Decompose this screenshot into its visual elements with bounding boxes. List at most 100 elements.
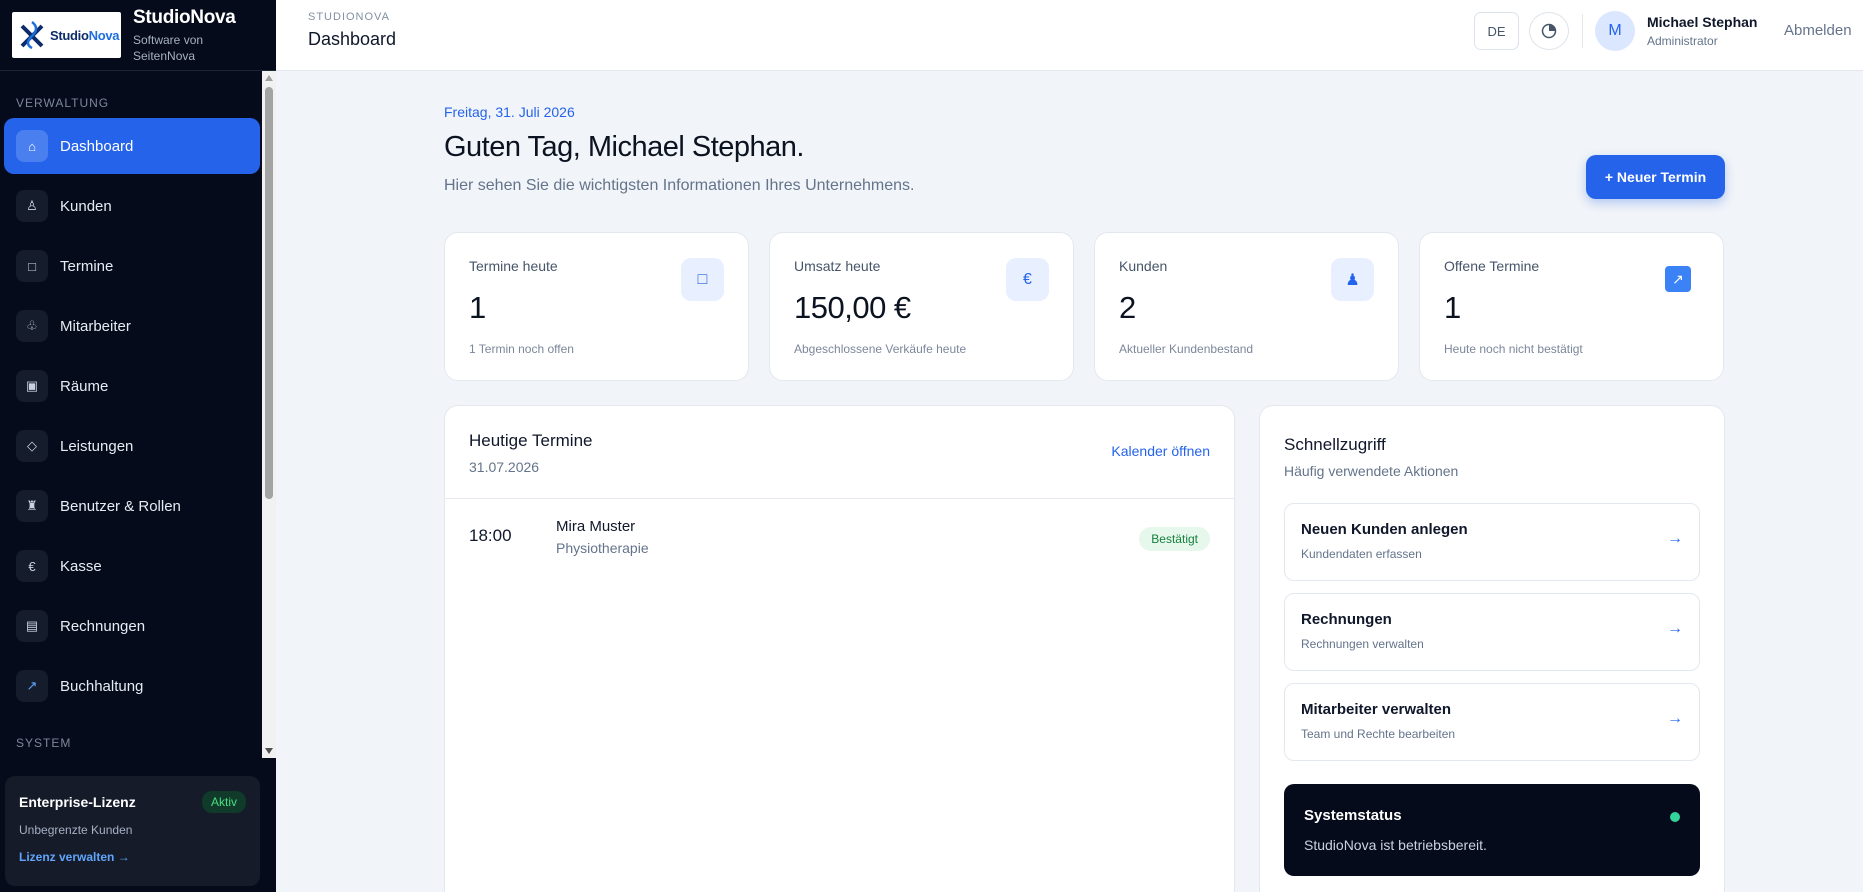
stat-value: 150,00 €: [794, 290, 911, 325]
stat-card-umsatz-heute[interactable]: Umsatz heute 150,00 € Abgeschlossene Ver…: [769, 232, 1074, 381]
sidebar-item-dashboard[interactable]: ⌂ Dashboard: [4, 118, 260, 174]
sidebar-item-termine[interactable]: □ Termine: [4, 238, 260, 294]
stat-value: 2: [1119, 290, 1136, 325]
half-circle-icon: [1541, 23, 1557, 39]
open-calendar-link[interactable]: Kalender öffnen: [1111, 443, 1210, 459]
system-status-title: Systemstatus: [1304, 807, 1402, 824]
user-name: Michael Stephan: [1647, 14, 1758, 30]
sidebar-item-buchhaltung[interactable]: ↗ Buchhaltung: [4, 658, 260, 714]
logo-mark-icon: [18, 20, 46, 50]
appointment-service: Physiotherapie: [556, 540, 649, 556]
stat-label: Umsatz heute: [794, 258, 881, 274]
arrow-right-icon: →: [1667, 710, 1683, 727]
avatar[interactable]: M: [1595, 11, 1635, 51]
topbar-divider: [1582, 14, 1583, 48]
quick-item-title: Neuen Kunden anlegen: [1301, 521, 1468, 538]
sidebar-item-label: Dashboard: [60, 137, 134, 155]
sidebar-item-benutzer-rollen[interactable]: ♜ Benutzer & Rollen: [4, 478, 260, 534]
sidebar-item-kunden[interactable]: ♙ Kunden: [4, 178, 260, 234]
theme-toggle-button[interactable]: [1529, 12, 1569, 50]
scroll-down-icon[interactable]: [265, 748, 273, 754]
greeting-heading: Guten Tag, Michael Stephan.: [444, 131, 805, 163]
sidebar-item-label: Rechnungen: [60, 617, 146, 635]
stat-note: Abgeschlossene Verkäufe heute: [794, 342, 967, 356]
logo-text: StudioNova: [50, 27, 120, 43]
diamond-icon: ◇: [16, 430, 48, 462]
manage-license-link[interactable]: Lizenz verwalten →: [19, 850, 246, 864]
appointment-customer: Mira Muster: [556, 518, 636, 535]
appointments-date: 31.07.2026: [469, 459, 540, 475]
person-icon: ♟: [1331, 258, 1374, 301]
quick-item-subtitle: Kundendaten erfassen: [1301, 547, 1422, 561]
stat-card-offene-termine[interactable]: Offene Termine 1 Heute noch nicht bestät…: [1419, 232, 1724, 381]
topbar: STUDIONOVA Dashboard DE M Michael Stepha…: [276, 0, 1863, 71]
quick-item-title: Rechnungen: [1301, 611, 1392, 628]
stat-note: 1 Termin noch offen: [469, 342, 574, 356]
license-subtitle: Unbegrenzte Kunden: [19, 823, 133, 837]
stat-card-termine-heute[interactable]: Termine heute 1 1 Termin noch offen □: [444, 232, 749, 381]
sidebar-item-kasse[interactable]: € Kasse: [4, 538, 260, 594]
stat-label: Offene Termine: [1444, 258, 1540, 274]
status-badge: Bestätigt: [1139, 527, 1210, 551]
person-icon: ♙: [16, 190, 48, 222]
divider: [445, 498, 1234, 499]
quick-access-card: Schnellzugriff Häufig verwendete Aktione…: [1259, 405, 1725, 892]
sidebar-item-label: Räume: [60, 377, 109, 395]
appointment-time: 18:00: [469, 526, 512, 545]
sidebar-item-rechnungen[interactable]: ▤ Rechnungen: [4, 598, 260, 654]
new-appointment-button[interactable]: + Neuer Termin: [1586, 155, 1725, 199]
quick-access-subtitle: Häufig verwendete Aktionen: [1284, 463, 1459, 479]
arrow-right-icon: →: [1667, 530, 1683, 547]
language-button[interactable]: DE: [1474, 12, 1519, 50]
brand-title: StudioNova: [133, 6, 236, 28]
stat-label: Termine heute: [469, 258, 558, 274]
quick-item-subtitle: Team und Rechte bearbeiten: [1301, 727, 1456, 741]
quick-item-title: Mitarbeiter verwalten: [1301, 701, 1452, 718]
quick-item-rechnungen[interactable]: Rechnungen Rechnungen verwalten →: [1284, 593, 1700, 671]
stat-note: Aktueller Kundenbestand: [1119, 342, 1254, 356]
page-title: Dashboard: [308, 29, 397, 49]
calendar-icon: □: [681, 258, 724, 301]
arrow-right-icon: →: [1667, 620, 1683, 637]
sidebar-item-label: Termine: [60, 257, 114, 275]
current-date: Freitag, 31. Juli 2026: [444, 104, 575, 120]
sidebar-item-leistungen[interactable]: ◇ Leistungen: [4, 418, 260, 474]
room-icon: ▣: [16, 370, 48, 402]
sidebar-scrollbar[interactable]: [262, 71, 276, 758]
sidebar-item-label: Buchhaltung: [60, 677, 144, 695]
chart-arrow-icon: ↗: [16, 670, 48, 702]
quick-item-neuen-kunden[interactable]: Neuen Kunden anlegen Kundendaten erfasse…: [1284, 503, 1700, 581]
stat-note: Heute noch nicht bestätigt: [1444, 342, 1583, 356]
roles-icon: ♜: [16, 490, 48, 522]
stat-value: 1: [1444, 290, 1461, 325]
euro-icon: €: [1006, 258, 1049, 301]
sidebar-item-label: Kasse: [60, 557, 102, 575]
scroll-up-icon[interactable]: [265, 75, 273, 81]
user-role: Administrator: [1647, 34, 1718, 48]
home-icon: ⌂: [16, 130, 48, 162]
intro-text: Hier sehen Sie die wichtigsten Informati…: [444, 177, 915, 194]
stat-label: Kunden: [1119, 258, 1168, 274]
appointments-title: Heutige Termine: [469, 431, 593, 450]
sidebar-item-label: Leistungen: [60, 437, 134, 455]
quick-item-mitarbeiter[interactable]: Mitarbeiter verwalten Team und Rechte be…: [1284, 683, 1700, 761]
stat-card-kunden[interactable]: Kunden 2 Aktueller Kundenbestand ♟: [1094, 232, 1399, 381]
stat-value: 1: [469, 290, 486, 325]
system-status-box: Systemstatus StudioNova ist betriebsbere…: [1284, 784, 1700, 876]
license-card: Enterprise-Lizenz Aktiv Unbegrenzte Kund…: [5, 776, 260, 886]
system-status-text: StudioNova ist betriebsbereit.: [1304, 837, 1487, 853]
license-title: Enterprise-Lizenz: [19, 794, 136, 810]
scrollbar-thumb[interactable]: [265, 87, 273, 499]
breadcrumb: STUDIONOVA: [308, 11, 390, 23]
appointments-card: Heutige Termine 31.07.2026 Kalender öffn…: [444, 405, 1235, 892]
sidebar: StudioNova StudioNova Software von Seite…: [0, 0, 276, 892]
sidebar-item-label: Kunden: [60, 197, 112, 215]
sidebar-item-raeume[interactable]: ▣ Räume: [4, 358, 260, 414]
calendar-icon: □: [16, 250, 48, 282]
section-label-verwaltung: VERWALTUNG: [16, 96, 110, 110]
invoice-icon: ▤: [16, 610, 48, 642]
quick-item-subtitle: Rechnungen verwalten: [1301, 637, 1424, 651]
logout-link[interactable]: Abmelden: [1784, 22, 1852, 39]
logo[interactable]: StudioNova: [12, 12, 121, 58]
sidebar-item-mitarbeiter[interactable]: ♧ Mitarbeiter: [4, 298, 260, 354]
